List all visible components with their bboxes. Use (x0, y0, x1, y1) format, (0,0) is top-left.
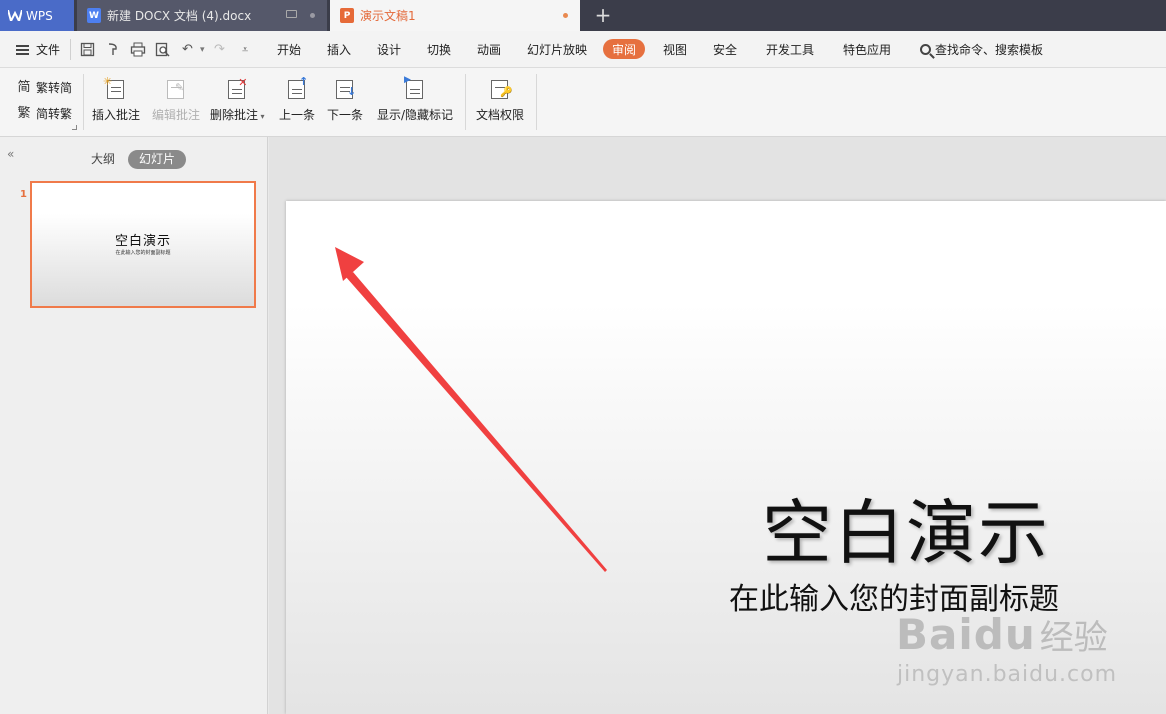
previous-comment-icon: ↑ (286, 76, 308, 100)
insert-comment-button[interactable]: ✳ 插入批注 (92, 76, 141, 123)
delete-comment-dropdown-icon: ▾ (258, 112, 265, 121)
save-icon[interactable] (80, 31, 95, 68)
presentation-icon: P (340, 8, 354, 23)
menu-item-slideshow[interactable]: 幻灯片放映 (527, 31, 587, 68)
simp-to-trad-button[interactable]: 繁 简转繁 (16, 105, 72, 122)
watermark-brand: Bai (896, 610, 974, 659)
trad-to-simp-button[interactable]: 简 繁转简 (16, 79, 72, 96)
menu-item-review[interactable]: 审阅 (603, 39, 646, 59)
tab-label: 新建 DOCX 文档 (4).docx (107, 9, 252, 23)
ribbon-divider (83, 74, 84, 130)
ribbon-divider (465, 74, 466, 130)
menu-item-security[interactable]: 安全 (713, 31, 737, 68)
watermark-url: jingyan.baidu.com (897, 662, 1118, 687)
customize-quick-access-icon[interactable]: ⩡ (242, 31, 248, 68)
simp-to-trad-icon: 繁 (17, 105, 31, 121)
next-comment-label: 下一条 (327, 108, 364, 122)
edit-comment-label: 编辑批注 (152, 108, 201, 122)
tab-label: 演示文稿1 (360, 9, 416, 23)
file-menu[interactable]: 文件 (36, 31, 60, 68)
document-permission-label: 文档权限 (476, 108, 525, 122)
insert-comment-label: 插入批注 (92, 108, 141, 122)
menu-item-special[interactable]: 特色应用 (843, 31, 891, 68)
wps-window: WPS W 新建 DOCX 文档 (4).docx P 演示文稿1 + 文件 ↶… (0, 0, 1166, 714)
menu-item-home[interactable]: 开始 (277, 31, 301, 68)
word-doc-icon: W (87, 8, 101, 23)
insert-comment-icon: ✳ (103, 76, 127, 100)
next-comment-button[interactable]: ↓ 下一条 (327, 78, 363, 123)
show-hide-markup-button[interactable]: ▶ 显示/隐藏标记 (377, 75, 454, 123)
delete-comment-icon: ✕ (226, 77, 248, 100)
watermark-cn: 经验 (1039, 618, 1108, 658)
new-tab-button[interactable]: + (592, 3, 614, 27)
ribbon-divider (536, 74, 537, 130)
document-permission-button[interactable]: 🔑 文档权限 (476, 78, 524, 123)
menu-item-design[interactable]: 设计 (377, 31, 401, 68)
tab-outline[interactable]: 大纲 (80, 150, 126, 169)
review-ribbon: 简 繁转简 繁 简转繁 ✳ 插入批注 ✎ 编辑批注 ✕ 删除批注 ▾ ↑ 上一条… (0, 68, 1166, 137)
menu-divider (70, 39, 71, 60)
wps-logo-icon (8, 10, 22, 21)
slide-panel: « 大纲 幻灯片 1 空白演示 在此输入您的封面副标题 (0, 137, 268, 714)
slide-thumbnail[interactable]: 空白演示 在此输入您的封面副标题 (30, 181, 256, 308)
menu-item-transition[interactable]: 切换 (427, 31, 451, 68)
unsaved-dot-icon (563, 13, 568, 18)
previous-comment-label: 上一条 (279, 108, 316, 122)
unsaved-dot-icon (310, 13, 315, 18)
edit-comment-icon: ✎ (165, 78, 187, 100)
tab-slides[interactable]: 幻灯片 (128, 150, 187, 169)
menu-item-insert[interactable]: 插入 (327, 31, 351, 68)
monitor-icon[interactable] (286, 10, 297, 18)
undo-icon[interactable]: ↶ (182, 31, 193, 68)
menu-hamburger-icon[interactable] (16, 31, 29, 68)
show-hide-markup-label: 显示/隐藏标记 (377, 108, 454, 122)
slide-number: 1 (20, 189, 27, 200)
baidu-watermark: Baidu 经验 (896, 610, 1108, 659)
simp-to-trad-label: 简转繁 (36, 107, 73, 121)
slide-title[interactable]: 空白演示 (762, 477, 1077, 578)
redo-icon[interactable]: ↷ (214, 31, 225, 68)
thumbnail-subtitle: 在此输入您的封面副标题 (115, 250, 171, 256)
print-icon[interactable] (130, 31, 146, 68)
show-hide-markup-icon: ▶ (404, 75, 426, 100)
menu-item-view[interactable]: 视图 (663, 31, 687, 68)
group-launcher-icon[interactable] (72, 125, 77, 130)
previous-comment-button[interactable]: ↑ 上一条 (279, 76, 316, 123)
menu-bar: 文件 ↶ ▾ ↷ ⩡ 开始 插入 设计 切换 动画 幻灯片放映 审阅 视图 安全… (0, 31, 1166, 68)
next-comment-icon: ↓ (334, 78, 356, 100)
command-search-label: 查找命令、搜索模板 (935, 43, 1044, 57)
undo-dropdown-icon[interactable]: ▾ (200, 31, 205, 68)
thumbnail-title: 空白演示 (114, 234, 171, 249)
search-icon (920, 44, 931, 55)
title-bar: WPS W 新建 DOCX 文档 (4).docx P 演示文稿1 + (0, 0, 1166, 31)
delete-comment-label: 删除批注 ▾ (210, 108, 265, 122)
trad-to-simp-icon: 简 (17, 79, 31, 95)
tab-docx-document[interactable]: W 新建 DOCX 文档 (4).docx (77, 0, 327, 31)
menu-item-animation[interactable]: 动画 (477, 31, 501, 68)
tab-presentation[interactable]: P 演示文稿1 (330, 0, 580, 31)
wps-app-name: WPS (26, 8, 53, 23)
menu-item-developer[interactable]: 开发工具 (766, 31, 814, 68)
format-painter-icon[interactable] (105, 31, 120, 68)
trad-to-simp-label: 繁转简 (36, 81, 73, 95)
edit-comment-button: ✎ 编辑批注 (152, 78, 200, 123)
document-permission-icon: 🔑 (489, 78, 512, 100)
command-search[interactable]: 查找命令、搜索模板 (920, 31, 1043, 68)
collapse-panel-icon[interactable]: « (7, 147, 14, 161)
delete-comment-button[interactable]: ✕ 删除批注 ▾ (210, 77, 265, 123)
watermark-brand-du: du (973, 610, 1036, 659)
wps-home-button[interactable]: WPS (0, 0, 74, 31)
print-preview-icon[interactable] (155, 31, 170, 68)
